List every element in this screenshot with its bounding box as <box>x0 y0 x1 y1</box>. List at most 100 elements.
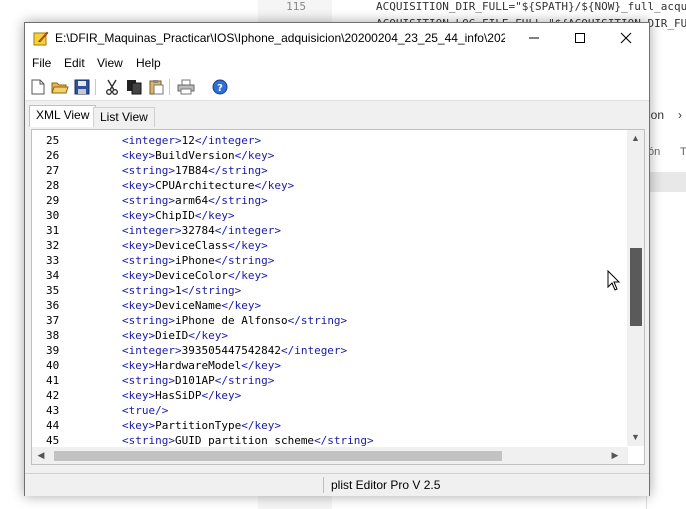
xml-code: <integer>32784</integer> <box>122 224 281 237</box>
xml-open-tag: <key> <box>122 389 156 402</box>
xml-open-tag: <string> <box>122 164 175 177</box>
xml-code: <key>HasSiDP</key> <box>122 389 241 402</box>
xml-close-tag: </integer> <box>280 344 348 357</box>
xml-open-tag: <integer> <box>122 344 182 357</box>
scroll-up-icon[interactable]: ▲ <box>627 131 644 145</box>
xml-code: <key>DeviceClass</key> <box>122 239 268 252</box>
open-file-button[interactable] <box>51 78 69 96</box>
minimize-button[interactable] <box>511 23 557 53</box>
tab-xml-view[interactable]: XML View <box>29 105 97 127</box>
xml-close-tag: </key> <box>188 329 228 342</box>
menu-edit[interactable]: Edit <box>64 56 85 70</box>
maximize-button[interactable] <box>557 23 603 53</box>
xml-close-tag: </key> <box>227 269 268 282</box>
save-button[interactable] <box>73 78 91 96</box>
background-code-text: ACQUISITION_DIR_FULL="${SPATH}/${NOW}_fu… <box>376 0 686 13</box>
xml-close-tag: </key> <box>241 419 281 432</box>
xml-line: 39 <integer>393505447542842</integer> <box>32 344 626 359</box>
menu-help[interactable]: Help <box>136 56 161 70</box>
line-number: 33 <box>46 254 60 267</box>
menu-view[interactable]: View <box>97 56 123 70</box>
scroll-down-icon[interactable]: ▼ <box>627 430 644 444</box>
xml-code: <key>BuildVersion</key> <box>122 149 274 162</box>
status-divider <box>323 477 324 493</box>
background-panel-row: ón T <box>646 146 686 168</box>
xml-line: 28 <key>CPUArchitecture</key> <box>32 179 626 194</box>
minimize-icon <box>529 37 539 39</box>
xml-line: 27 <string>17B84</string> <box>32 164 626 179</box>
xml-line: 42 <key>HasSiDP</key> <box>32 389 626 404</box>
status-bar: plist Editor Pro V 2.5 <box>25 473 649 496</box>
background-panel-tab: ion › <box>646 108 686 130</box>
line-number: 42 <box>46 389 60 402</box>
svg-text:?: ? <box>217 83 223 94</box>
save-disk-icon <box>74 79 90 95</box>
cut-button[interactable] <box>103 78 121 96</box>
line-number: 44 <box>46 419 60 432</box>
xml-open-tag: <key> <box>122 149 156 162</box>
xml-value: iPhone de Alfonso <box>174 314 288 327</box>
copy-icon <box>127 80 142 95</box>
mouse-cursor-icon <box>607 270 621 291</box>
xml-close-tag: </key> <box>234 149 275 162</box>
xml-code: <string>arm64</string> <box>122 194 268 207</box>
xml-close-tag: </string> <box>214 254 275 267</box>
open-folder-icon <box>51 82 69 94</box>
maximize-icon <box>575 33 585 43</box>
xml-open-tag: <true/> <box>122 404 169 417</box>
xml-editor[interactable]: 25 <integer>12</integer> 26 <key>BuildVersi… <box>31 129 645 465</box>
paste-button[interactable] <box>147 78 165 96</box>
xml-open-tag: <string> <box>122 314 175 327</box>
title-bar[interactable]: E:\DFIR_Maquinas_Practicar\IOS\Iphone_ad… <box>25 23 649 53</box>
xml-line: 40 <key>HardwareModel</key> <box>32 359 626 374</box>
xml-line: 35 <string>1</string> <box>32 284 626 299</box>
xml-code: <key>CPUArchitecture</key> <box>122 179 294 192</box>
xml-code: <integer>12</integer> <box>122 134 261 147</box>
xml-value: D101AP <box>174 374 215 387</box>
menu-file[interactable]: File <box>32 56 51 70</box>
help-button[interactable]: ? <box>211 78 229 96</box>
xml-code: <key>DeviceColor</key> <box>122 269 268 282</box>
line-number: 39 <box>46 344 60 357</box>
xml-open-tag: <key> <box>122 239 156 252</box>
vertical-scroll-thumb[interactable] <box>630 248 642 326</box>
background-panel-tab-label: ion <box>648 108 665 122</box>
xml-value: iPhone <box>174 254 215 267</box>
xml-code: <string>17B84</string> <box>122 164 268 177</box>
new-file-button[interactable] <box>29 78 47 96</box>
xml-code: <key>ChipID</key> <box>122 209 235 222</box>
xml-line: 31 <integer>32784</integer> <box>32 224 626 239</box>
xml-line: 34 <key>DeviceColor</key> <box>32 269 626 284</box>
copy-button[interactable] <box>125 78 143 96</box>
horizontal-scrollbar[interactable]: ◀ ▶ <box>32 447 628 464</box>
xml-open-tag: <integer> <box>122 134 182 147</box>
xml-value: GUID_partition_scheme <box>174 434 315 446</box>
xml-close-tag: </string> <box>214 374 275 387</box>
tab-list-view[interactable]: List View <box>93 107 155 127</box>
xml-value: 12 <box>181 134 195 147</box>
xml-value: PartitionType <box>155 419 242 432</box>
background-code-line: 115 ACQUISITION_DIR_FULL="${SPATH}/${NOW… <box>266 0 686 14</box>
xml-value: 32784 <box>181 224 215 237</box>
xml-line: 36 <key>DeviceName</key> <box>32 299 626 314</box>
print-button[interactable] <box>177 78 195 96</box>
line-number: 30 <box>46 209 60 222</box>
horizontal-scroll-thumb[interactable] <box>54 451 502 461</box>
xml-value: BuildVersion <box>155 149 235 162</box>
line-number: 40 <box>46 359 60 372</box>
scissors-icon <box>106 79 118 95</box>
app-icon <box>33 31 49 46</box>
xml-open-tag: <integer> <box>122 224 182 237</box>
background-panel-selection <box>646 172 686 192</box>
scroll-left-icon[interactable]: ◀ <box>34 447 48 464</box>
xml-close-tag: </string> <box>208 194 268 207</box>
vertical-scrollbar[interactable]: ▲ ▼ <box>627 130 644 446</box>
close-button[interactable] <box>603 23 649 53</box>
xml-open-tag: <key> <box>122 329 156 342</box>
scroll-right-icon[interactable]: ▶ <box>608 447 622 464</box>
xml-value: 393505447542842 <box>181 344 281 357</box>
xml-line: 37 <string>iPhone de Alfonso</string> <box>32 314 626 329</box>
xml-code: <string>iPhone</string> <box>122 254 274 267</box>
xml-value: DeviceClass <box>155 239 228 252</box>
xml-open-tag: <key> <box>122 209 156 222</box>
